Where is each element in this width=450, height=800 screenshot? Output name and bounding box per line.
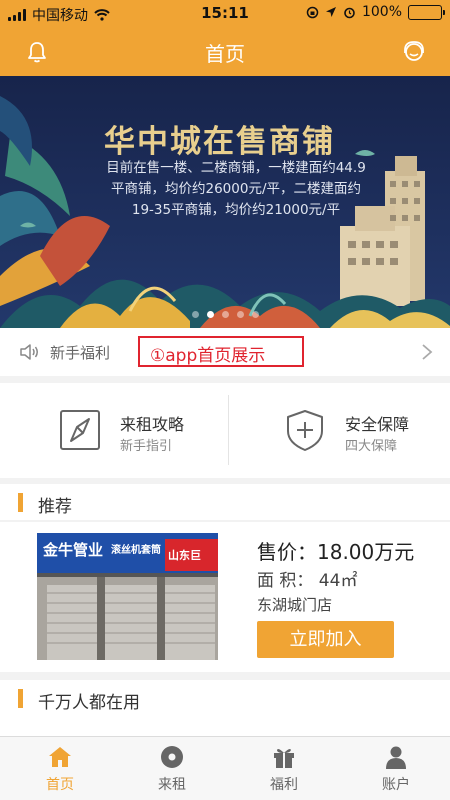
section-accent-bar — [18, 493, 23, 512]
shield-plus-icon — [287, 410, 323, 451]
shop-sign-text3: 山东巨 — [168, 548, 201, 562]
carousel-dot[interactable] — [191, 311, 199, 318]
tab-label: 来租 — [158, 777, 186, 793]
location-icon — [325, 7, 336, 17]
orientation-lock-icon — [306, 6, 319, 18]
tab-label: 账户 — [382, 777, 410, 793]
tab-bar: 首页 来租 福利 账户 — [0, 736, 450, 800]
quick-link-title: 安全保障 — [345, 415, 410, 434]
section-header-popular: 千万人都在用 — [0, 680, 450, 716]
carousel-dot[interactable] — [236, 311, 244, 318]
tab-home[interactable]: 首页 — [4, 737, 116, 800]
page-title: 首页 — [205, 42, 245, 66]
speaker-icon — [20, 344, 38, 360]
item-price: 售价：18.00万元 — [257, 540, 415, 564]
notice-label: 新手福利 — [50, 344, 111, 362]
quick-link-subtitle: 四大保障 — [345, 439, 398, 454]
carousel-dot[interactable] — [251, 311, 259, 318]
banner-headline: 华中城在售商铺 — [104, 124, 335, 160]
join-now-button[interactable]: 立即加入 — [257, 621, 394, 658]
notice-highlight[interactable]: ①app首页展示 — [138, 336, 304, 367]
shop-photo-image: 金牛管业 滚丝机套筒 山东巨 — [37, 533, 218, 660]
item-location: 东湖城门店 — [257, 596, 333, 614]
popular-list-peek — [0, 716, 450, 736]
quick-link-subtitle: 新手指引 — [120, 439, 173, 454]
section-header-recommend: 推荐 — [0, 484, 450, 520]
status-right: 100% — [306, 4, 445, 20]
shop-photo[interactable]: 金牛管业 滚丝机套筒 山东巨 — [37, 533, 218, 660]
compass-icon — [60, 410, 100, 450]
quick-link-title: 来租攻略 — [120, 415, 185, 434]
shop-sign-text: 金牛管业 — [42, 541, 103, 559]
tab-benefits[interactable]: 福利 — [228, 737, 340, 800]
section-title: 千万人都在用 — [38, 693, 140, 713]
home-icon — [49, 747, 71, 767]
alarm-icon — [344, 7, 355, 18]
user-icon — [386, 746, 406, 769]
promo-banner[interactable]: 华中城在售商铺 目前在售一楼、二楼商铺，一楼建面约44.9平商铺，均价约2600… — [0, 76, 450, 328]
tab-label: 首页 — [46, 777, 74, 793]
status-bar: 中国移动 15:11 100% — [0, 0, 450, 26]
battery-percent: 100% — [361, 4, 402, 20]
tab-account[interactable]: 账户 — [340, 737, 450, 800]
quick-links: 来租攻略 新手指引 安全保障 四大保障 — [0, 383, 450, 478]
section-title: 推荐 — [38, 497, 72, 517]
compass-dot-icon — [161, 746, 183, 768]
chevron-right-icon[interactable] — [420, 343, 434, 361]
battery-icon — [408, 4, 445, 20]
gift-icon — [274, 749, 294, 768]
carousel-dot[interactable] — [221, 311, 229, 318]
carousel-dots[interactable] — [0, 311, 450, 318]
section-accent-bar — [18, 689, 23, 708]
notice-bar[interactable]: 新手福利 ①app首页展示 — [0, 328, 450, 376]
item-area: 面 积： 44㎡ — [257, 571, 358, 591]
quick-link-security[interactable]: 安全保障 四大保障 — [225, 383, 450, 478]
nav-bar: 首页 — [0, 26, 450, 76]
recommend-card[interactable]: 金牛管业 滚丝机套筒 山东巨 售价：18.00万元 面 积： 44㎡ 东湖城门店… — [0, 522, 450, 672]
shop-sign-text2: 滚丝机套筒 — [111, 543, 161, 556]
carousel-dot[interactable] — [206, 311, 214, 318]
quick-link-rent-guide[interactable]: 来租攻略 新手指引 — [0, 383, 225, 478]
tab-label: 福利 — [270, 777, 298, 793]
tab-rent[interactable]: 来租 — [116, 737, 228, 800]
banner-subtitle: 目前在售一楼、二楼商铺，一楼建面约44.9平商铺，均价约26000元/平，二楼建… — [106, 160, 366, 218]
customer-service-icon[interactable] — [400, 38, 428, 66]
